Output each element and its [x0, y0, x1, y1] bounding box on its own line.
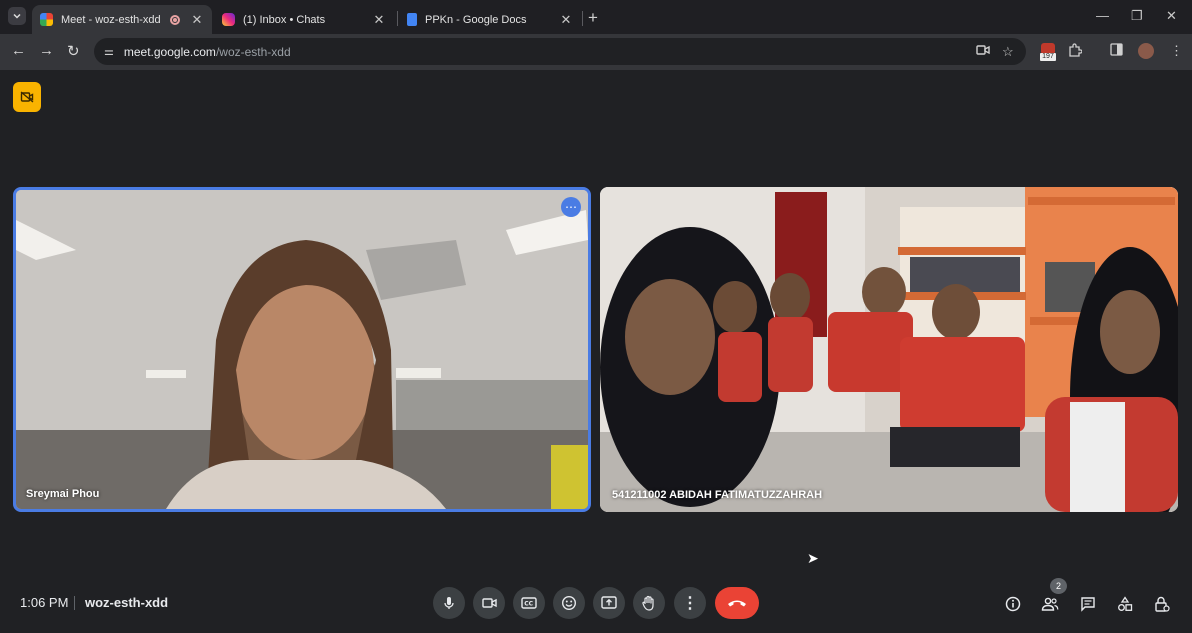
emoji-reaction-button[interactable] [553, 587, 585, 619]
instagram-icon [222, 13, 235, 26]
camera-icon [481, 598, 497, 608]
bottom-bar-divider [74, 596, 75, 610]
chat-button[interactable] [1078, 594, 1098, 614]
address-bar[interactable]: ⚌ meet.google.com/woz-esth-xdd ☆ [94, 38, 1026, 65]
reload-icon[interactable]: ↻ [67, 42, 80, 60]
tab-google-docs[interactable]: PPKn - Google Docs ✕ [399, 5, 581, 34]
close-icon[interactable]: ✕ [559, 12, 573, 28]
microphone-button[interactable] [433, 587, 465, 619]
present-icon [601, 596, 617, 609]
close-icon[interactable]: ✕ [372, 12, 386, 28]
participant-tile-active-speaker[interactable]: ⋯ Sreymai Phou [13, 187, 591, 512]
host-controls-button[interactable] [1152, 594, 1172, 614]
raise-hand-icon [642, 595, 654, 611]
new-tab-button[interactable]: + [588, 8, 598, 28]
more-options-button[interactable]: ⋮ [674, 587, 706, 619]
back-icon[interactable]: ← [11, 42, 26, 59]
mic-icon [444, 597, 454, 609]
participant-name: Sreymai Phou [26, 488, 100, 500]
raise-hand-button[interactable] [633, 587, 665, 619]
chat-icon [1081, 597, 1095, 612]
meet-stage: ⋯ Sreymai Phou 541211002 ABIDAH FATIMATU… [0, 70, 1192, 633]
more-vert-icon: ⋮ [682, 595, 698, 612]
browser-tab-strip: Meet - woz-esth-xdd ✕ (1) Inbox • Chats … [0, 0, 1192, 34]
end-call-icon [728, 600, 746, 607]
browser-menu-icon[interactable]: ⋮ [1170, 43, 1183, 59]
google-docs-icon [407, 13, 417, 26]
people-button[interactable] [1040, 594, 1060, 614]
participant-video [16, 190, 588, 509]
side-panel-icon[interactable] [1110, 43, 1123, 59]
browser-toolbar: ← → ↻ ⚌ meet.google.com/woz-esth-xdd ☆ 1… [0, 34, 1192, 70]
minimize-icon[interactable]: — [1096, 8, 1109, 23]
tab-title: (1) Inbox • Chats [243, 13, 326, 26]
svg-text:CC: CC [524, 601, 533, 608]
tab-divider [582, 11, 583, 26]
meeting-details-button[interactable] [1003, 594, 1023, 614]
activities-icon [1118, 596, 1133, 611]
present-screen-button[interactable] [593, 587, 625, 619]
info-icon [1005, 596, 1021, 612]
url-path: /woz-esth-xdd [215, 44, 291, 59]
mouse-cursor-icon: ➤ [807, 550, 819, 566]
recording-indicator-icon [170, 14, 180, 25]
bookmark-star-icon[interactable]: ☆ [1002, 44, 1014, 60]
meeting-clock: 1:06 PM [20, 595, 69, 610]
captions-icon: CC [521, 597, 537, 609]
activities-button[interactable] [1115, 594, 1135, 614]
emoji-icon [561, 595, 577, 611]
extension-badge-icon[interactable]: 197 [1040, 43, 1056, 61]
google-meet-icon [40, 13, 53, 26]
leave-call-button[interactable] [715, 587, 759, 619]
close-icon[interactable]: ✕ [190, 12, 204, 28]
tile-more-options-button[interactable]: ⋯ [561, 197, 581, 217]
restore-icon[interactable]: ❐ [1131, 8, 1143, 24]
site-info-icon[interactable]: ⚌ [104, 45, 114, 58]
chevron-down-icon [13, 13, 21, 19]
tab-meet[interactable]: Meet - woz-esth-xdd ✕ [32, 5, 212, 34]
people-count-badge: 2 [1050, 578, 1067, 594]
tab-instagram-inbox[interactable]: (1) Inbox • Chats ✕ [214, 5, 394, 34]
tab-title: PPKn - Google Docs [425, 13, 527, 26]
close-window-icon[interactable]: ✕ [1166, 8, 1177, 24]
tab-search-button[interactable] [8, 7, 26, 25]
tab-title: Meet - woz-esth-xdd [61, 13, 161, 26]
extensions-puzzle-icon[interactable] [1068, 43, 1083, 60]
participant-name: 541211002 ABIDAH FATIMATUZZAHRAH [612, 489, 823, 501]
participant-video [600, 187, 1178, 512]
profile-avatar[interactable] [1138, 43, 1154, 59]
camera-off-icon [20, 91, 34, 103]
camera-in-use-icon[interactable] [976, 44, 990, 59]
forward-icon[interactable]: → [39, 42, 54, 59]
camera-off-indicator[interactable] [13, 82, 41, 112]
people-icon [1041, 597, 1059, 611]
participant-tile[interactable]: 541211002 ABIDAH FATIMATUZZAHRAH [600, 187, 1178, 512]
tab-divider [397, 11, 398, 26]
camera-button[interactable] [473, 587, 505, 619]
captions-button[interactable]: CC [513, 587, 545, 619]
meeting-code: woz-esth-xdd [85, 595, 169, 610]
url-host: meet.google.com [123, 44, 216, 59]
extension-badge-count: 197 [1040, 53, 1056, 61]
host-controls-icon [1155, 596, 1170, 612]
